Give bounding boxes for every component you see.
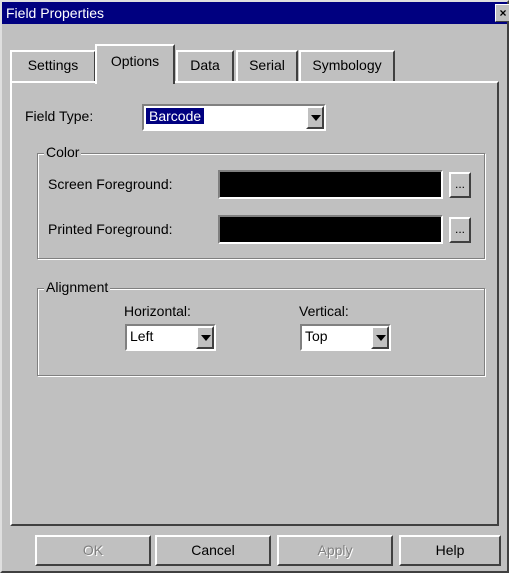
- vertical-label: Vertical:: [299, 303, 349, 319]
- chevron-down-icon[interactable]: [306, 106, 324, 129]
- screen-foreground-swatch[interactable]: [218, 170, 443, 199]
- field-properties-dialog: Field Properties × Settings Options Data…: [0, 0, 509, 573]
- apply-button[interactable]: Apply: [277, 535, 393, 566]
- printed-foreground-swatch[interactable]: [218, 215, 443, 244]
- chevron-down-icon[interactable]: [196, 326, 214, 349]
- alignment-group: Alignment Horizontal: Left Vertical: Top: [37, 279, 485, 376]
- color-group: Color Screen Foreground: ... Printed For…: [37, 144, 485, 259]
- vertical-value: Top: [305, 328, 328, 344]
- vertical-select[interactable]: Top: [300, 324, 391, 351]
- alignment-group-legend: Alignment: [44, 279, 111, 295]
- tab-settings[interactable]: Settings: [10, 50, 96, 82]
- close-button[interactable]: ×: [495, 4, 509, 22]
- tab-data[interactable]: Data: [176, 50, 234, 82]
- tab-serial[interactable]: Serial: [236, 50, 298, 82]
- field-type-label: Field Type:: [25, 108, 94, 124]
- field-type-select[interactable]: Barcode: [142, 104, 326, 131]
- ok-button[interactable]: OK: [35, 535, 151, 566]
- chevron-down-icon[interactable]: [371, 326, 389, 349]
- horizontal-label: Horizontal:: [124, 303, 191, 319]
- help-button[interactable]: Help: [399, 535, 501, 566]
- screen-foreground-label: Screen Foreground:: [48, 176, 173, 192]
- horizontal-select[interactable]: Left: [125, 324, 216, 351]
- cancel-button[interactable]: Cancel: [155, 535, 271, 566]
- color-group-legend: Color: [44, 144, 82, 160]
- screen-foreground-browse-button[interactable]: ...: [449, 172, 471, 198]
- window-title: Field Properties: [6, 5, 105, 21]
- printed-foreground-browse-button[interactable]: ...: [449, 217, 471, 243]
- tab-options[interactable]: Options: [95, 44, 175, 84]
- options-panel: Field Type: Barcode Color Screen Foregro…: [10, 81, 499, 526]
- horizontal-value: Left: [130, 328, 154, 344]
- field-type-value: Barcode: [146, 108, 205, 124]
- title-bar[interactable]: Field Properties ×: [2, 2, 509, 24]
- tab-symbology[interactable]: Symbology: [299, 50, 395, 82]
- printed-foreground-label: Printed Foreground:: [48, 221, 173, 237]
